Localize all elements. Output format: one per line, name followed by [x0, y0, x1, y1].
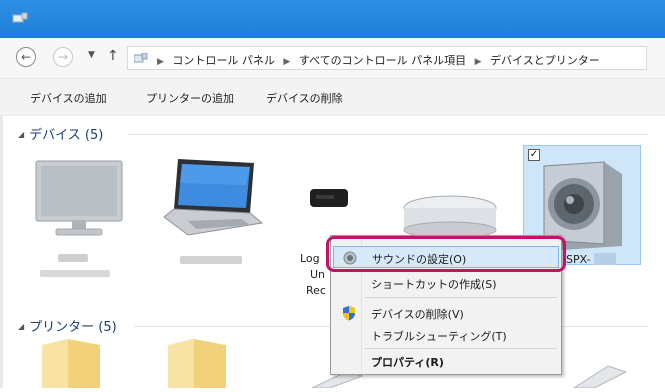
devices-printers-app-icon	[12, 12, 28, 23]
back-arrow-icon: ←	[20, 50, 32, 64]
command-bar: デバイスの追加 プリンターの追加 デバイスの削除	[0, 79, 665, 116]
device-label-line3: Rec	[306, 284, 326, 297]
address-bar[interactable]: ▶ コントロール パネル ▶ すべてのコントロール パネル項目 ▶ デバイスとプ…	[127, 46, 647, 70]
device-label-obscured	[40, 270, 110, 277]
navigation-bar: ← → ▼ ↑ ▶ コントロール パネル ▶ すべてのコントロール パネル項目 …	[0, 38, 665, 79]
printers-group-header[interactable]: ◢ プリンター (5)	[18, 316, 117, 335]
collapse-triangle-icon: ◢	[18, 130, 25, 139]
menu-item-create-shortcut[interactable]: ショートカットの作成(S)	[333, 272, 559, 294]
devices-location-icon	[134, 53, 148, 63]
shield-icon	[343, 306, 355, 321]
remove-device-button[interactable]: デバイスの削除	[266, 90, 343, 106]
printer-folder-icon[interactable]	[164, 335, 230, 388]
menu-item-label: トラブルシューティング(T)	[371, 330, 507, 343]
printers-group-title: プリンター (5)	[29, 320, 117, 335]
menu-separator	[365, 297, 557, 298]
callout-highlight-frame	[326, 236, 566, 272]
forward-arrow-icon: →	[57, 50, 69, 64]
checkmark-icon: ✓	[529, 149, 539, 160]
up-button[interactable]: ↑	[107, 48, 119, 64]
printer-icon[interactable]	[570, 362, 630, 389]
breadcrumb-separator-icon: ▶	[283, 57, 291, 67]
device-label-obscured	[180, 256, 242, 264]
collapse-triangle-icon: ◢	[18, 322, 25, 331]
recent-locations-button[interactable]: ▼	[88, 50, 95, 60]
group-divider	[134, 326, 330, 327]
breadcrumb-all-items[interactable]: すべてのコントロール パネル項目	[299, 54, 466, 67]
device-label-obscured	[594, 253, 616, 265]
device-usb-receiver[interactable]	[306, 183, 352, 213]
up-arrow-icon: ↑	[107, 48, 119, 64]
breadcrumb: ▶ コントロール パネル ▶ すべてのコントロール パネル項目 ▶ デバイスとプ…	[152, 52, 600, 68]
group-divider	[562, 326, 648, 327]
forward-button[interactable]: →	[53, 47, 73, 67]
window-edge	[0, 115, 3, 388]
menu-item-label: プロパティ(R)	[371, 356, 444, 369]
menu-separator	[365, 348, 557, 349]
menu-item-label: デバイスの削除(V)	[371, 308, 464, 321]
devices-group-title: デバイス (5)	[29, 128, 104, 143]
menu-item-label: ショートカットの作成(S)	[371, 278, 497, 291]
menu-item-properties[interactable]: プロパティ(R)	[333, 350, 559, 372]
usb-receiver-icon	[310, 189, 348, 207]
monitor-icon	[35, 160, 123, 236]
add-device-button[interactable]: デバイスの追加	[30, 90, 107, 106]
devices-group-header[interactable]: ◢ デバイス (5)	[18, 124, 103, 143]
printer-folder-icon[interactable]	[38, 335, 104, 388]
add-printer-button[interactable]: プリンターの追加	[146, 90, 234, 106]
breadcrumb-control-panel[interactable]: コントロール パネル	[172, 54, 275, 67]
device-laptop[interactable]	[158, 155, 268, 241]
chevron-down-icon: ▼	[88, 50, 95, 60]
breadcrumb-devices-printers[interactable]: デバイスとプリンター	[490, 54, 600, 67]
menu-item-remove-device[interactable]: デバイスの削除(V)	[333, 302, 559, 324]
selected-device-label: SPX-	[566, 253, 591, 266]
back-button[interactable]: ←	[16, 47, 36, 67]
breadcrumb-separator-icon: ▶	[474, 57, 482, 67]
menu-item-troubleshoot[interactable]: トラブルシューティング(T)	[333, 324, 559, 346]
laptop-icon	[163, 159, 264, 236]
device-label-obscured	[58, 254, 88, 262]
device-external-drive[interactable]	[398, 190, 502, 240]
group-divider	[128, 134, 648, 135]
device-label-line2: Un	[310, 268, 326, 281]
drive-icon	[403, 195, 497, 239]
title-bar	[0, 0, 665, 38]
breadcrumb-separator-icon: ▶	[157, 57, 164, 67]
device-monitor[interactable]	[34, 157, 126, 239]
device-label-line1: Log	[300, 252, 320, 265]
